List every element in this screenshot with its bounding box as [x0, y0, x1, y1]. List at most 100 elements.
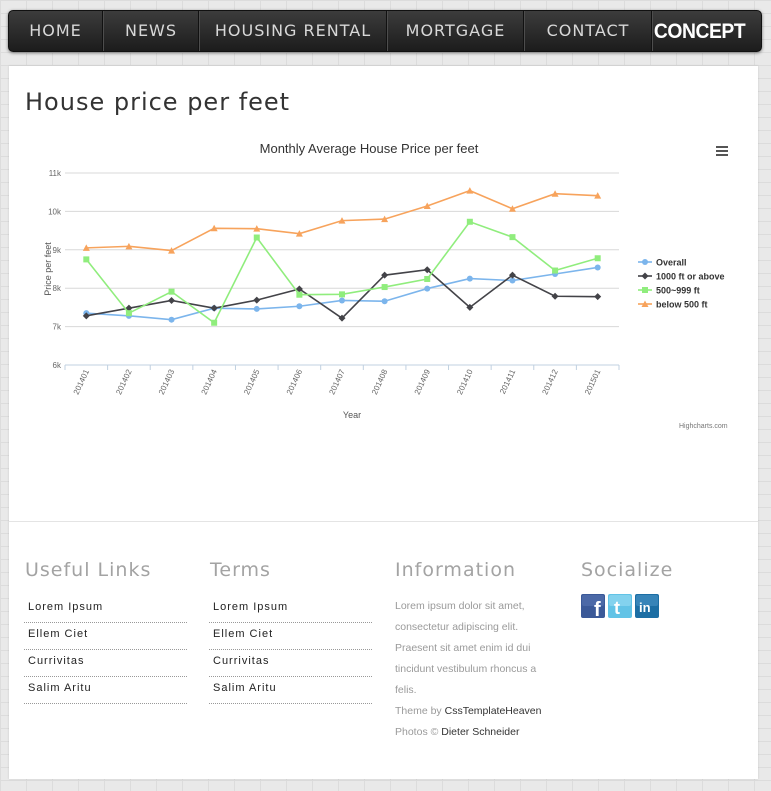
main-content-panel: House price per feet Monthly Average Hou…	[9, 66, 758, 779]
svg-text:in: in	[639, 600, 651, 615]
useful-link-item[interactable]: Ellem Ciet	[24, 623, 187, 650]
chart-point	[296, 303, 303, 310]
chart-point	[381, 298, 388, 305]
chart-legend-label: 1000 ft or above	[656, 272, 725, 282]
chart-point	[296, 291, 303, 298]
useful-link-item[interactable]: Salim Aritu	[24, 677, 187, 704]
information-block: Lorem ipsum dolor sit amet, consectetur …	[395, 596, 555, 743]
terms-link-item[interactable]: Currivitas	[209, 650, 372, 677]
chart-legend-item: below 500 ft	[638, 300, 708, 310]
chart-point	[642, 287, 648, 293]
theme-credit-prefix: Theme by	[395, 705, 442, 717]
chart-point	[509, 234, 516, 241]
linkedin-icon[interactable]: in	[635, 594, 659, 618]
terms-link-item[interactable]: Ellem Ciet	[209, 623, 372, 650]
chart-x-tick-label: 201405	[242, 368, 262, 396]
photos-credit-prefix: Photos ©	[395, 726, 439, 738]
chart-series	[82, 187, 602, 326]
chart-point	[83, 256, 90, 263]
chart-point	[339, 297, 345, 304]
useful-link-item[interactable]: Lorem Ipsum	[24, 596, 187, 623]
footer-divider	[9, 521, 758, 522]
chart-x-tick-label: 201406	[285, 368, 305, 396]
terms-list: Lorem Ipsum Ellem Ciet Currivitas Salim …	[209, 596, 372, 704]
chart-x-tick-label: 201411	[498, 368, 517, 396]
terms-title: Terms	[210, 559, 271, 581]
chart-point	[424, 275, 431, 282]
chart-point	[253, 234, 260, 241]
chart-legend-item: 1000 ft or above	[638, 272, 725, 282]
chart-point	[211, 319, 218, 326]
chart-y-tick-label: 7k	[53, 323, 62, 332]
twitter-icon[interactable]: t	[608, 594, 632, 618]
chart-x-tick-label: 201402	[114, 368, 134, 396]
information-title: Information	[395, 559, 516, 581]
chart-x-tick-label: 201408	[370, 368, 390, 396]
chart-point	[466, 275, 473, 282]
chart-menu-icon[interactable]	[716, 146, 728, 156]
chart-x-axis-label: Year	[343, 410, 361, 420]
chart-x-axis: 201401 201402 201403 201404 201405 201406 2014…	[64, 364, 620, 396]
chart-x-tick-label: 201410	[455, 368, 475, 396]
chart-point	[253, 296, 261, 304]
chart-point	[466, 218, 473, 225]
chart-point	[641, 272, 649, 280]
chart-x-tick-label: 201501	[583, 368, 603, 396]
chart-y-tick-label: 10k	[48, 207, 62, 216]
terms-link-item[interactable]: Salim Aritu	[209, 677, 372, 704]
chart-y-tick-label: 8k	[53, 284, 62, 293]
chart-point	[642, 259, 648, 265]
chart-legend-label: 500~999 ft	[656, 286, 700, 296]
photos-author-link[interactable]: Dieter Schneider	[441, 726, 519, 738]
nav-mortgage[interactable]: MORTGAGE	[388, 11, 523, 51]
top-navigation-bar: HOME NEWS HOUSING RENTAL MORTGAGE CONTAC…	[8, 10, 762, 52]
useful-link-item[interactable]: Currivitas	[24, 650, 187, 677]
chart-legend-item: Overall	[638, 258, 687, 268]
chart-y-tick-label: 11k	[49, 169, 62, 178]
house-price-line-chart: Monthly Average House Price per feet 201…	[43, 141, 725, 420]
chart-x-tick-label: 201409	[413, 368, 433, 396]
chart-point	[594, 264, 601, 271]
chart-point	[551, 292, 559, 300]
svg-text:t: t	[614, 598, 620, 618]
chart-point	[594, 255, 601, 262]
facebook-icon[interactable]: f	[581, 594, 605, 618]
chart-point	[168, 296, 176, 304]
nav-home[interactable]: HOME	[9, 11, 102, 51]
chart-point	[381, 284, 388, 291]
terms-link-item[interactable]: Lorem Ipsum	[209, 596, 372, 623]
chart-legend: Overall 1000 ft or above 500~999 ft below 5…	[638, 258, 725, 310]
chart-y-tick-label: 6k	[53, 361, 62, 370]
chart-point	[168, 316, 175, 323]
chart-point	[168, 288, 175, 295]
chart-point	[466, 187, 474, 194]
socialize-title: Socialize	[581, 559, 674, 581]
chart-point	[339, 291, 345, 298]
chart-y-tick-label: 9k	[53, 246, 62, 255]
chart-point	[552, 267, 559, 274]
nav-separator	[651, 11, 653, 51]
chart-credit[interactable]: Highcharts.com	[679, 423, 728, 430]
nav-contact[interactable]: CONTACT	[525, 11, 651, 51]
site-logo[interactable]: CONCEPT	[654, 11, 746, 51]
chart-title: Monthly Average House Price per feet	[260, 141, 479, 156]
chart-x-tick-label: 201403	[157, 368, 177, 396]
chart-point	[594, 293, 602, 301]
chart-legend-label: below 500 ft	[656, 300, 708, 310]
chart-y-axis-label: Price per feet	[43, 242, 53, 296]
chart-legend-item: 500~999 ft	[638, 286, 700, 296]
theme-author-link[interactable]: CssTemplateHeaven	[445, 705, 542, 717]
nav-news[interactable]: NEWS	[104, 11, 198, 51]
chart-point	[424, 285, 431, 292]
chart-x-tick-label: 201404	[200, 368, 220, 396]
chart-series-500-999-ft	[83, 218, 601, 326]
chart-point	[210, 304, 218, 312]
nav-housing-rental[interactable]: HOUSING RENTAL	[200, 11, 386, 51]
chart-point	[125, 310, 132, 317]
chart-legend-label: Overall	[656, 258, 687, 268]
chart-x-tick-label: 201401	[72, 368, 92, 396]
chart-point	[253, 305, 260, 312]
chart-series-below-500-ft	[82, 187, 602, 254]
chart-gridlines	[65, 172, 619, 366]
information-text: Lorem ipsum dolor sit amet, consectetur …	[395, 600, 537, 696]
